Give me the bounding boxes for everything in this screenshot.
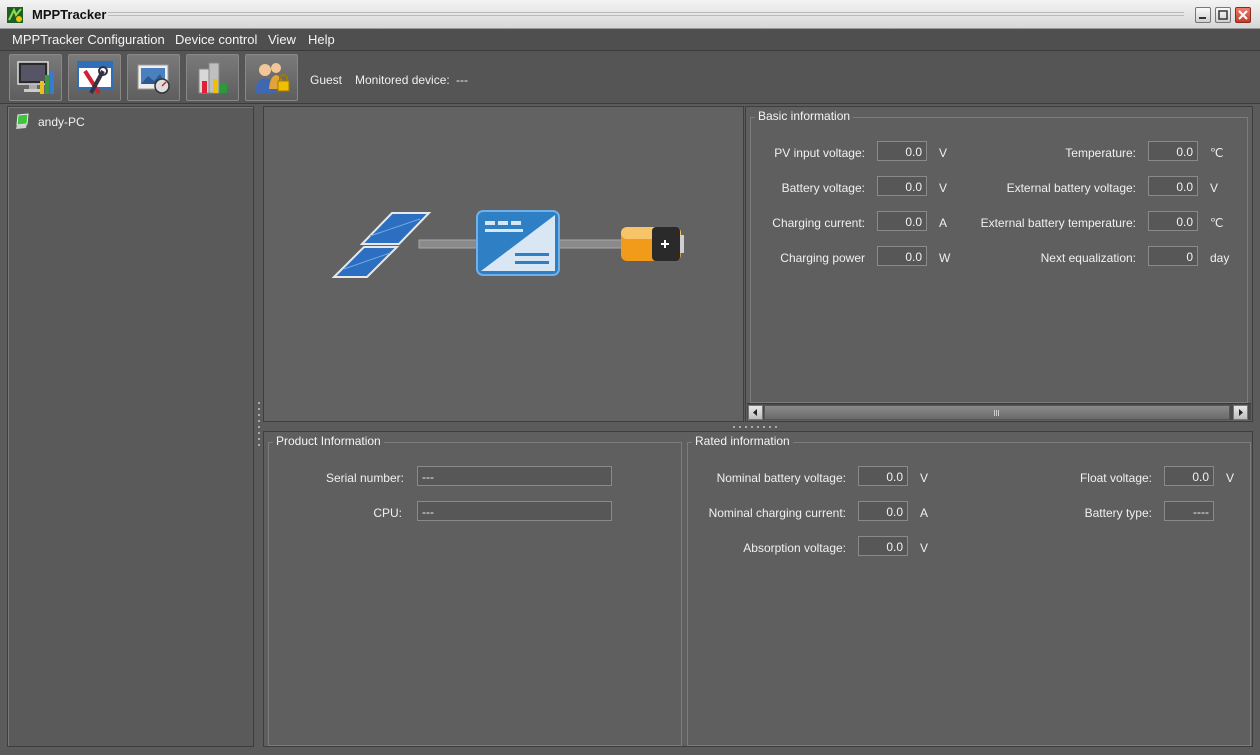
tree-node-label: andy-PC (38, 115, 85, 129)
buildings-chart-icon (198, 62, 227, 94)
absorption-voltage-unit: V (920, 541, 929, 555)
nominal-charging-current-label: Nominal charging current: (708, 506, 846, 520)
basic-information-title: Basic information (755, 109, 854, 123)
user-management-button[interactable] (245, 54, 298, 101)
device-tree: andy-PC (7, 106, 254, 747)
scroll-left-icon (753, 409, 757, 416)
menu-help[interactable]: Help (308, 32, 335, 47)
battery-voltage-unit: V (939, 181, 948, 195)
external-battery-temperature-unit: ℃ (1210, 216, 1224, 230)
float-voltage-label: Float voltage: (1079, 471, 1152, 485)
users-lock-icon (255, 63, 290, 93)
horizontal-scrollbar[interactable] (747, 403, 1251, 420)
float-voltage-field: 0.0 (1164, 466, 1214, 486)
close-icon (1238, 10, 1248, 20)
nominal-battery-voltage-label: Nominal battery voltage: (716, 471, 846, 485)
product-information-title: Product Information (273, 434, 384, 448)
photo-gauge-icon (137, 64, 170, 94)
monitored-device-label: Monitored device: (355, 73, 450, 87)
toolbar: Guest Monitored device: --- (0, 51, 1260, 104)
serial-number-label: Serial number: (325, 471, 404, 485)
app-logo-icon (7, 7, 23, 23)
computer-icon (16, 113, 29, 129)
bottom-panel: Product Information Serial number: --- C… (263, 431, 1253, 747)
absorption-voltage-field: 0.0 (858, 536, 908, 556)
pv-input-voltage-field: 0.0 (877, 141, 927, 161)
title-grip (108, 12, 1184, 18)
external-battery-voltage-label: External battery voltage: (1006, 181, 1136, 195)
external-battery-temperature-field: 0.0 (1148, 211, 1198, 231)
nominal-charging-current-unit: A (920, 506, 929, 520)
float-voltage-unit: V (1226, 471, 1235, 485)
pv-input-voltage-unit: V (939, 146, 948, 160)
basic-information-panel: Basic information PV input voltage: 0.0 … (745, 106, 1253, 422)
scroll-left-button[interactable] (748, 405, 763, 420)
nominal-battery-voltage-field: 0.0 (858, 466, 908, 486)
cpu-field: --- (417, 501, 612, 521)
charging-current-field: 0.0 (877, 211, 927, 231)
next-equalization-field: 0 (1148, 246, 1198, 266)
external-battery-temperature-label: External battery temperature: (980, 216, 1136, 230)
scrollbar-thumb[interactable] (764, 405, 1230, 420)
data-view-button[interactable] (127, 54, 180, 101)
temperature-label: Temperature: (1065, 146, 1136, 160)
tools-config-icon (77, 61, 113, 95)
maximize-icon (1218, 10, 1228, 20)
battery-icon (621, 227, 684, 261)
nominal-battery-voltage-unit: V (920, 471, 929, 485)
battery-voltage-label: Battery voltage: (781, 181, 865, 195)
maximize-button[interactable] (1215, 7, 1231, 23)
configuration-button[interactable] (68, 54, 121, 101)
current-user: Guest (310, 73, 343, 87)
charging-power-field: 0.0 (877, 246, 927, 266)
close-button[interactable] (1235, 7, 1251, 23)
scroll-right-icon (1239, 409, 1243, 416)
system-diagram (263, 106, 744, 422)
menu-mpptracker-configuration[interactable]: MPPTracker Configuration (12, 32, 165, 47)
charging-power-unit: W (939, 251, 951, 265)
pv-input-voltage-label: PV input voltage: (774, 146, 865, 160)
minimize-button[interactable] (1195, 7, 1211, 23)
battery-type-field: ---- (1164, 501, 1214, 521)
minimize-icon (1199, 17, 1206, 19)
data-analysis-button[interactable] (186, 54, 239, 101)
cpu-label: CPU: (373, 506, 402, 520)
rated-information-group: Rated information (687, 434, 1251, 746)
external-battery-voltage-unit: V (1210, 181, 1219, 195)
monitor-chart-icon (17, 61, 54, 94)
charging-power-label: Charging power (780, 251, 865, 265)
serial-number-field: --- (417, 466, 612, 486)
menu-view[interactable]: View (268, 32, 296, 47)
rated-information-title: Rated information (692, 434, 793, 448)
menu-bar: MPPTracker Configuration Device control … (0, 29, 1260, 51)
temperature-unit: ℃ (1210, 146, 1224, 160)
nominal-charging-current-field: 0.0 (858, 501, 908, 521)
diagram-canvas (331, 210, 684, 278)
charging-current-unit: A (939, 216, 948, 230)
external-battery-voltage-field: 0.0 (1148, 176, 1198, 196)
charging-current-label: Charging current: (772, 216, 865, 230)
solar-panel-icon (331, 212, 432, 278)
absorption-voltage-label: Absorption voltage: (743, 541, 846, 555)
next-equalization-label: Next equalization: (1040, 251, 1136, 265)
menu-device-control[interactable]: Device control (175, 32, 257, 47)
temperature-field: 0.0 (1148, 141, 1198, 161)
monitor-button[interactable] (9, 54, 62, 101)
window-title: MPPTracker (32, 7, 107, 22)
next-equalization-unit: day (1210, 251, 1230, 265)
scroll-right-button[interactable] (1233, 405, 1248, 420)
title-bar: MPPTracker (0, 0, 1260, 29)
battery-type-label: Battery type: (1084, 506, 1152, 520)
monitored-device-value: --- (456, 73, 468, 87)
battery-voltage-field: 0.0 (877, 176, 927, 196)
product-information-group: Product Information (268, 434, 682, 746)
charge-controller-icon (476, 210, 560, 276)
vertical-splitter[interactable] (256, 106, 262, 747)
horizontal-splitter[interactable] (263, 423, 1253, 431)
